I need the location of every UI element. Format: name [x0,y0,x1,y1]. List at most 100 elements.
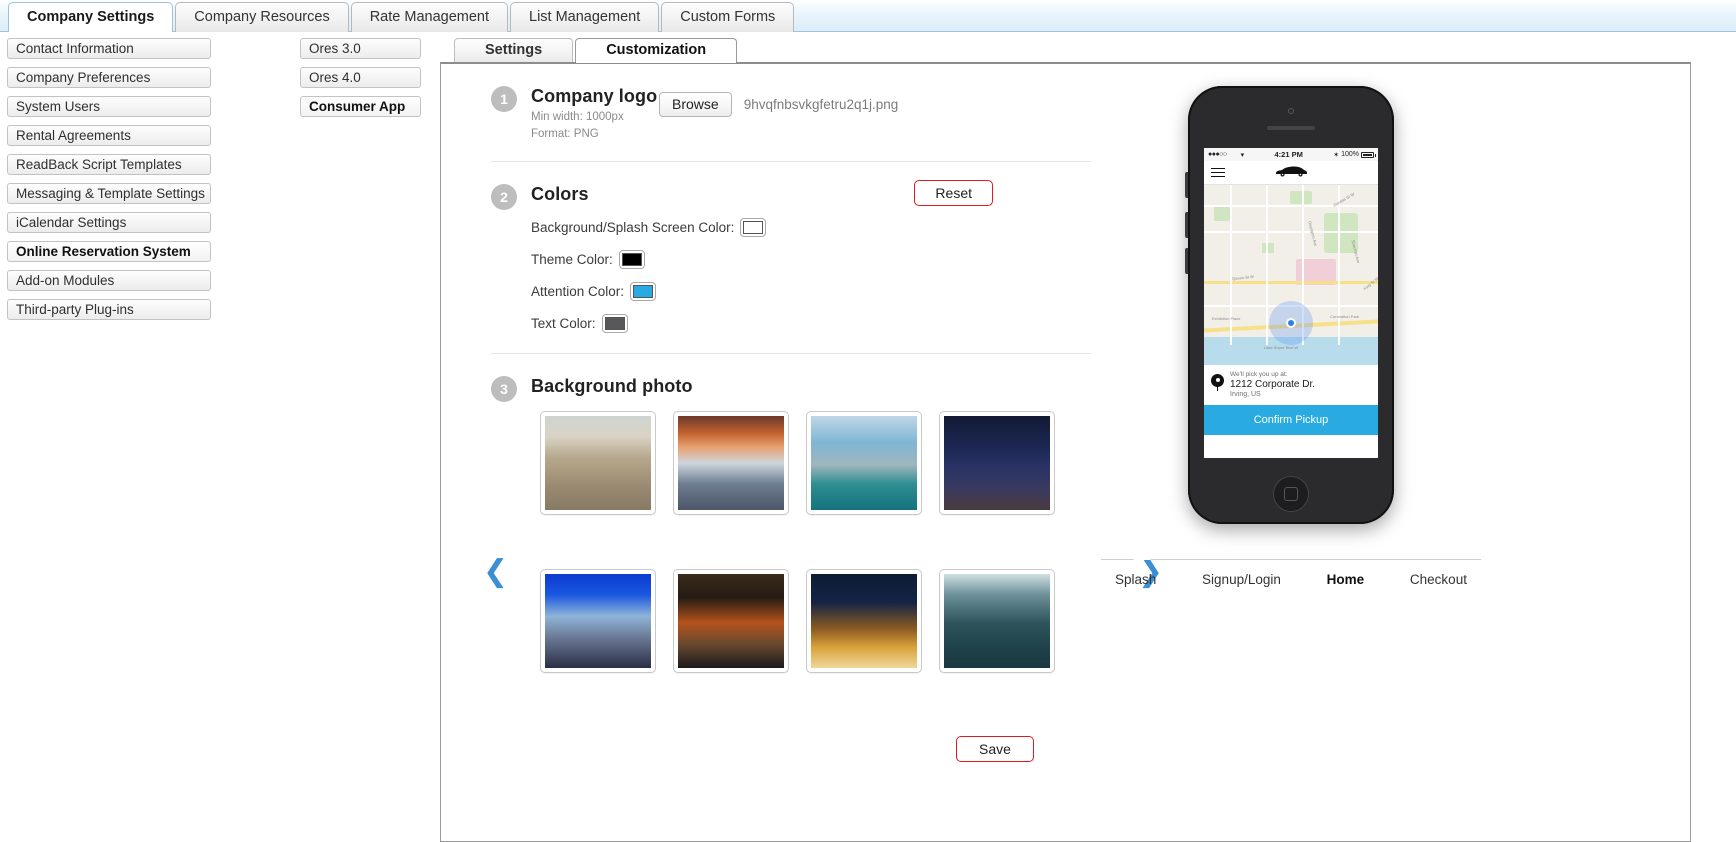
signal-icon: ●●●○○ [1208,151,1227,158]
preview-nav-caret-icon [1133,551,1151,560]
phone-mockup: ●●●○○ ▾ 4:21 PM ✶ 100% Dundas St W Ossin… [1185,86,1394,524]
swatch-fill [621,253,642,266]
color-row-theme: Theme Color: [531,250,1091,269]
section-title: Colors [531,184,589,204]
tab-company-settings[interactable]: Company Settings [8,2,174,33]
map-view[interactable]: Dundas St W Ossington Ave Queen St W Str… [1204,185,1378,365]
tab-label: List Management [529,9,641,25]
background-thumbnail[interactable] [539,411,656,515]
theme-color-swatch[interactable] [618,250,645,269]
section-background-photo: 3 Background photo ❮ ❯ [483,353,1163,693]
section-company-logo: 1 Company logo Min width: 1000px Format:… [491,64,1091,161]
sidebar-item-company-preferences[interactable]: Company Preferences [7,67,211,88]
inner-tab-label: Customization [606,42,707,58]
subnav-item-consumer-app[interactable]: Consumer App [300,96,421,117]
sidebar-item-messaging-template-settings[interactable]: Messaging & Template Settings [7,183,211,204]
pickup-address: 1212 Corporate Dr. [1230,379,1316,390]
background-thumbnail[interactable] [938,569,1055,673]
carousel-spacer [531,515,1111,569]
tab-rate-management[interactable]: Rate Management [350,2,508,32]
color-row-background: Background/Splash Screen Color: [531,218,1091,237]
sidebar-item-readback-script-templates[interactable]: ReadBack Script Templates [7,154,211,175]
customization-form: 1 Company logo Min width: 1000px Format:… [451,64,1163,693]
map-label: Exhibition Place [1212,316,1241,321]
tab-label: Custom Forms [680,9,776,25]
swatch-fill [743,221,764,234]
camera-icon [1288,108,1294,114]
attention-color-swatch[interactable] [630,282,657,301]
location-pin-icon [1211,374,1224,391]
subnav-item-label: Ores 3.0 [309,41,361,56]
background-color-swatch[interactable] [740,218,767,237]
preview-nav-splash[interactable]: Splash [1115,572,1156,587]
color-row-text: Text Color: [531,314,1091,333]
phone-top-bezel [1188,86,1394,148]
subnav-item-label: Consumer App [309,99,406,114]
sidebar-item-label: iCalendar Settings [16,215,127,230]
sidebar-item-label: Contact Information [16,41,134,56]
background-thumbnail[interactable] [938,411,1055,515]
step-badge-2: 2 [491,184,517,210]
background-thumbnail[interactable] [672,569,789,673]
subnav-item-ores-4[interactable]: Ores 4.0 [300,67,421,88]
step-badge-1: 1 [491,86,517,112]
tab-list-management[interactable]: List Management [510,2,660,32]
sidebar-item-online-reservation-system[interactable]: Online Reservation System [7,241,211,262]
app-header [1204,161,1378,185]
tab-label: Company Settings [27,9,155,25]
top-tabs: Company Settings Company Resources Rate … [8,2,796,33]
preview-nav-divider [1101,551,1481,560]
current-location-marker [1269,301,1313,345]
map-label: Ossington Ave [1307,220,1319,247]
map-label: Lake Shore Blvd W [1264,345,1299,350]
preview-screen-nav: Splash Signup/Login Home Checkout [1101,551,1481,587]
subnav: Ores 3.0 Ores 4.0 Consumer App [300,38,421,125]
sidebar-item-rental-agreements[interactable]: Rental Agreements [7,125,211,146]
tab-custom-forms[interactable]: Custom Forms [661,2,795,32]
swatch-fill [604,317,625,330]
section-title: Background photo [531,376,693,396]
sidebar-item-contact-information[interactable]: Contact Information [7,38,211,59]
confirm-pickup-button[interactable]: Confirm Pickup [1204,405,1378,435]
sidebar-item-add-on-modules[interactable]: Add-on Modules [7,270,211,291]
main-content: Settings Customization 1 Company logo Mi… [440,38,1692,842]
color-label: Theme Color: [531,252,613,267]
car-icon [1274,164,1308,182]
inner-tab-label: Settings [485,42,543,58]
sidebar-item-label: Online Reservation System [16,244,191,259]
reset-colors-button[interactable]: Reset [914,180,993,206]
browse-button[interactable]: Browse [659,92,732,117]
background-thumbnail[interactable] [672,411,789,515]
swatch-fill [633,285,654,298]
text-color-swatch[interactable] [601,314,628,333]
sidebar-item-label: Messaging & Template Settings [16,186,205,201]
tab-label: Rate Management [369,9,489,25]
background-thumbnail[interactable] [805,411,922,515]
sidebar-item-label: Third-party Plug-ins [16,302,134,317]
preview-nav-home[interactable]: Home [1327,572,1365,587]
sidebar-item-third-party-plug-ins[interactable]: Third-party Plug-ins [7,299,211,320]
hamburger-icon[interactable] [1211,165,1225,180]
tab-customization[interactable]: Customization [575,38,738,63]
tab-settings[interactable]: Settings [454,38,574,62]
sidebar-item-label: Company Preferences [16,70,151,85]
phone-screen: ●●●○○ ▾ 4:21 PM ✶ 100% Dundas St W Ossin… [1204,148,1378,458]
color-label: Background/Splash Screen Color: [531,220,735,235]
tab-company-resources[interactable]: Company Resources [175,2,349,32]
save-button[interactable]: Save [956,736,1034,762]
sidebar-item-system-users[interactable]: System Users [7,96,211,117]
preview-nav-checkout[interactable]: Checkout [1410,572,1467,587]
sidebar-item-icalendar-settings[interactable]: iCalendar Settings [7,212,211,233]
home-button-icon[interactable] [1273,476,1309,512]
top-tab-bar: Company Settings Company Resources Rate … [0,0,1736,33]
tab-label: Company Resources [194,9,330,25]
carousel-prev-icon[interactable]: ❮ [483,557,508,587]
background-thumbnail[interactable] [539,569,656,673]
thumbnail-row-1 [531,411,1111,515]
pickup-prompt: We'll pick you up at: [1230,371,1288,378]
background-thumbnail[interactable] [805,569,922,673]
subnav-item-ores-3[interactable]: Ores 3.0 [300,38,421,59]
bluetooth-icon: ✶ [1333,151,1340,159]
section-title: Company logo [531,86,658,106]
preview-nav-signup-login[interactable]: Signup/Login [1202,572,1281,587]
